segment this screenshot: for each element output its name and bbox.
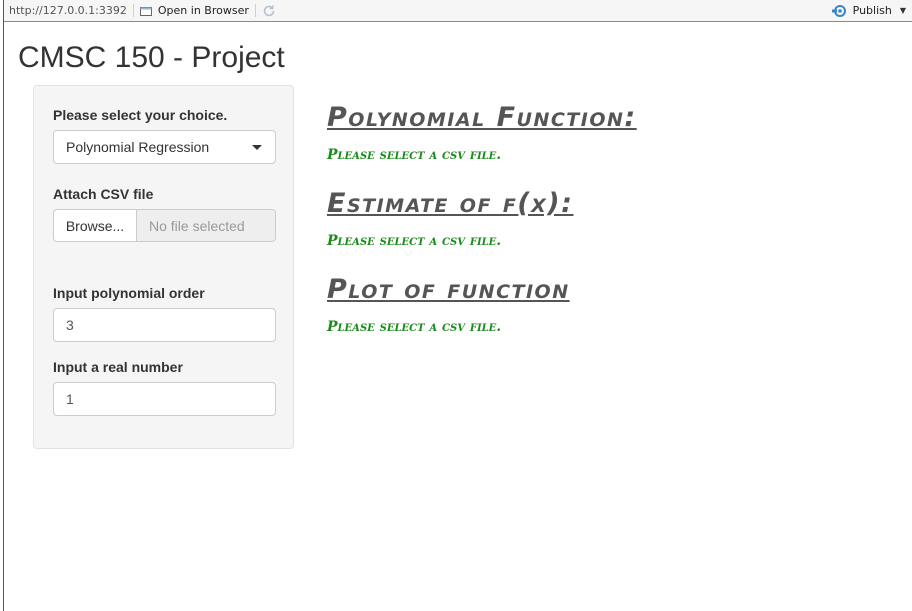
- browse-button[interactable]: Browse...: [53, 209, 137, 242]
- polynomial-function-heading: Polynomial Function:: [327, 102, 637, 133]
- url-text[interactable]: http://127.0.0.1:3392: [4, 4, 127, 17]
- open-in-browser-button[interactable]: Open in Browser: [139, 4, 249, 17]
- choice-label: Please select your choice.: [53, 107, 228, 123]
- plot-heading: Plot of function: [327, 274, 570, 305]
- toolbar-divider: [132, 4, 134, 17]
- estimate-heading: Estimate of f(x):: [327, 188, 574, 219]
- real-number-label: Input a real number: [53, 359, 183, 375]
- polynomial-function-message: Please select a csv file.: [327, 147, 502, 163]
- csv-label: Attach CSV file: [53, 186, 154, 202]
- open-in-browser-label: Open in Browser: [157, 4, 249, 17]
- order-label: Input polynomial order: [53, 285, 205, 301]
- polynomial-order-input[interactable]: [53, 308, 276, 342]
- estimate-message: Please select a csv file.: [327, 233, 502, 249]
- real-number-input[interactable]: [53, 382, 276, 416]
- publish-label: Publish: [852, 4, 892, 17]
- chevron-down-icon[interactable]: ▼: [900, 6, 906, 15]
- refresh-icon[interactable]: [262, 4, 276, 18]
- open-in-browser-icon: [139, 6, 152, 16]
- plot-message: Please select a csv file.: [327, 319, 502, 335]
- window-edge: [0, 0, 4, 611]
- choice-select[interactable]: Polynomial Regression: [53, 130, 276, 164]
- choice-selected-value: Polynomial Regression: [66, 139, 210, 155]
- viewer-toolbar: http://127.0.0.1:3392 Open in Browser Pu…: [4, 0, 912, 22]
- csv-file-input: Browse... No file selected: [53, 209, 276, 242]
- toolbar-divider: [254, 4, 256, 17]
- sidebar-panel: Please select your choice. Polynomial Re…: [33, 85, 294, 449]
- publish-icon: [831, 4, 846, 17]
- publish-button[interactable]: Publish ▼: [831, 4, 912, 18]
- file-status-field: No file selected: [137, 209, 276, 242]
- page-title: CMSC 150 - Project: [18, 41, 285, 74]
- chevron-down-icon: [252, 145, 262, 150]
